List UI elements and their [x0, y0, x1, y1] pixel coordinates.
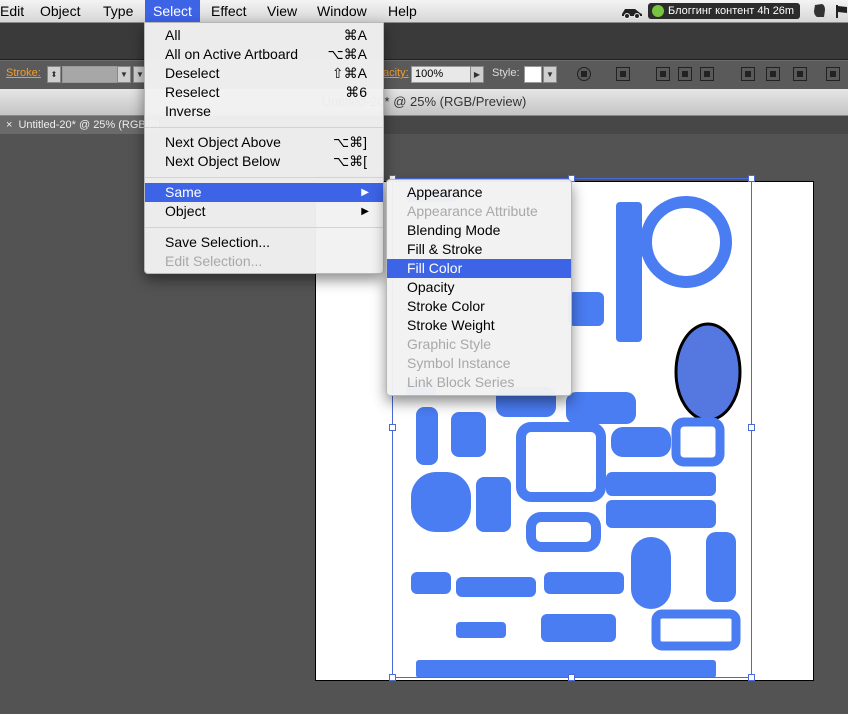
distribute-icon[interactable] — [826, 67, 840, 81]
menu-item-shortcut: ⌘A — [343, 27, 367, 43]
menu-item-label: Edit Selection... — [165, 253, 263, 269]
menu-item-inverse[interactable]: Inverse — [145, 102, 383, 121]
document-tab[interactable]: × Untitled-20* @ 25% (RGB/Preview) — [0, 116, 160, 134]
menu-edit[interactable]: Edit — [0, 0, 32, 22]
stroke-weight-dropdown[interactable]: ▼ — [117, 66, 131, 83]
menu-item-label: Deselect — [165, 65, 220, 81]
menu-item-label: Next Object Above — [165, 134, 281, 150]
menu-object[interactable]: Object — [32, 0, 88, 22]
menu-item-label: Inverse — [165, 103, 211, 119]
submenu-item-appearance[interactable]: Appearance — [387, 183, 571, 202]
menu-item-label: Save Selection... — [165, 234, 271, 250]
menu-bar: Edit Object Type Select Effect View Wind… — [0, 0, 848, 23]
transform-icon[interactable] — [616, 67, 630, 81]
align-center-icon[interactable] — [678, 67, 692, 81]
select-menu: All ⌘A All on Active Artboard ⌥⌘A Desele… — [144, 22, 384, 274]
handle-top-right[interactable] — [748, 175, 755, 182]
menu-item-shortcut: ⌥⌘] — [332, 134, 367, 150]
timer-dot-icon — [652, 5, 664, 17]
control-panel: Stroke: ⬍ ▼ ▼ acity: 100% ▶ Style: ▼ — [0, 60, 848, 90]
menu-select[interactable]: Select — [145, 0, 200, 22]
opacity-field[interactable]: 100% — [411, 66, 471, 83]
menu-item-deselect[interactable]: Deselect ⇧⌘A — [145, 64, 383, 83]
menu-item-save-selection[interactable]: Save Selection... — [145, 233, 383, 252]
handle-bottom-right[interactable] — [748, 674, 755, 681]
menu-item-shortcut: ⌥⌘[ — [332, 153, 367, 169]
submenu-arrow-icon: ▶ — [361, 187, 369, 198]
style-dropdown[interactable]: ▼ — [543, 66, 557, 83]
same-submenu: Appearance Appearance Attribute Blending… — [386, 179, 572, 396]
evernote-icon[interactable] — [812, 3, 826, 19]
submenu-item-fill-and-stroke[interactable]: Fill & Stroke — [387, 240, 571, 259]
close-tab-icon[interactable]: × — [6, 119, 12, 131]
menu-item-reselect[interactable]: Reselect ⌘6 — [145, 83, 383, 102]
document-tab-label: Untitled-20* @ 25% (RGB/Preview) — [18, 119, 159, 131]
handle-bottom-left[interactable] — [389, 674, 396, 681]
style-label: Style: — [492, 67, 520, 79]
menu-item-same[interactable]: Same ▶ — [145, 183, 383, 202]
opacity-label[interactable]: acity: — [383, 67, 409, 79]
menu-separator — [145, 177, 383, 178]
align-left-icon[interactable] — [656, 67, 670, 81]
menu-item-label: All on Active Artboard — [165, 46, 299, 62]
menu-item-label: All — [165, 27, 181, 43]
submenu-item-stroke-weight[interactable]: Stroke Weight — [387, 316, 571, 335]
opacity-dropdown[interactable]: ▶ — [470, 66, 484, 83]
menu-item-next-object-below[interactable]: Next Object Below ⌥⌘[ — [145, 152, 383, 171]
timer-text: Блоггинг контент 4h 26m — [668, 5, 795, 17]
submenu-item-symbol-instance: Symbol Instance — [407, 355, 511, 371]
menu-view[interactable]: View — [259, 0, 305, 22]
handle-bottom-center[interactable] — [568, 674, 575, 681]
timer-badge[interactable]: Блоггинг контент 4h 26m — [648, 3, 801, 19]
menu-item-shortcut: ⌥⌘A — [327, 46, 367, 62]
submenu-item-stroke-color[interactable]: Stroke Color — [387, 297, 571, 316]
stroke-weight-field[interactable] — [62, 66, 118, 83]
menu-item-label: Next Object Below — [165, 153, 281, 169]
flag-icon[interactable] — [834, 4, 848, 18]
handle-middle-left[interactable] — [389, 424, 396, 431]
menu-item-label: Object — [165, 203, 206, 219]
submenu-item-link-block-series: Link Block Series — [407, 374, 515, 390]
menu-item-next-object-above[interactable]: Next Object Above ⌥⌘] — [145, 133, 383, 152]
menu-item-all[interactable]: All ⌘A — [145, 26, 383, 45]
style-swatch[interactable] — [524, 66, 542, 83]
submenu-item-fill-color[interactable]: Fill Color — [387, 259, 571, 278]
align-bottom-icon[interactable] — [793, 67, 807, 81]
menu-help[interactable]: Help — [380, 0, 425, 22]
menu-window[interactable]: Window — [309, 0, 375, 22]
recolor-artwork-icon[interactable] — [577, 67, 591, 81]
menu-item-shortcut: ⌘6 — [345, 84, 367, 100]
stroke-stepper[interactable]: ⬍ — [47, 66, 61, 83]
menu-separator — [145, 227, 383, 228]
menu-effect[interactable]: Effect — [203, 0, 255, 22]
submenu-item-blending-mode[interactable]: Blending Mode — [387, 221, 571, 240]
submenu-item-opacity[interactable]: Opacity — [387, 278, 571, 297]
align-middle-icon[interactable] — [766, 67, 780, 81]
submenu-item-graphic-style: Graphic Style — [407, 336, 492, 352]
window-title: Untitled-20* @ 25% (RGB/Preview) — [0, 89, 848, 116]
align-right-icon[interactable] — [700, 67, 714, 81]
menu-item-label: Same — [165, 184, 202, 200]
application-bar — [0, 23, 848, 60]
car-icon[interactable] — [620, 3, 644, 19]
handle-middle-right[interactable] — [748, 424, 755, 431]
stroke-label[interactable]: Stroke: — [6, 67, 41, 79]
menu-item-object[interactable]: Object ▶ — [145, 202, 383, 221]
menu-type[interactable]: Type — [95, 0, 141, 22]
submenu-arrow-icon: ▶ — [361, 206, 369, 217]
menu-item-all-on-active-artboard[interactable]: All on Active Artboard ⌥⌘A — [145, 45, 383, 64]
menu-item-shortcut: ⇧⌘A — [331, 65, 367, 81]
submenu-item-appearance-attribute: Appearance Attribute — [407, 203, 538, 219]
menu-item-label: Reselect — [165, 84, 220, 100]
menu-item-edit-selection: Edit Selection... — [145, 252, 383, 271]
menu-separator — [145, 127, 383, 128]
align-top-icon[interactable] — [741, 67, 755, 81]
